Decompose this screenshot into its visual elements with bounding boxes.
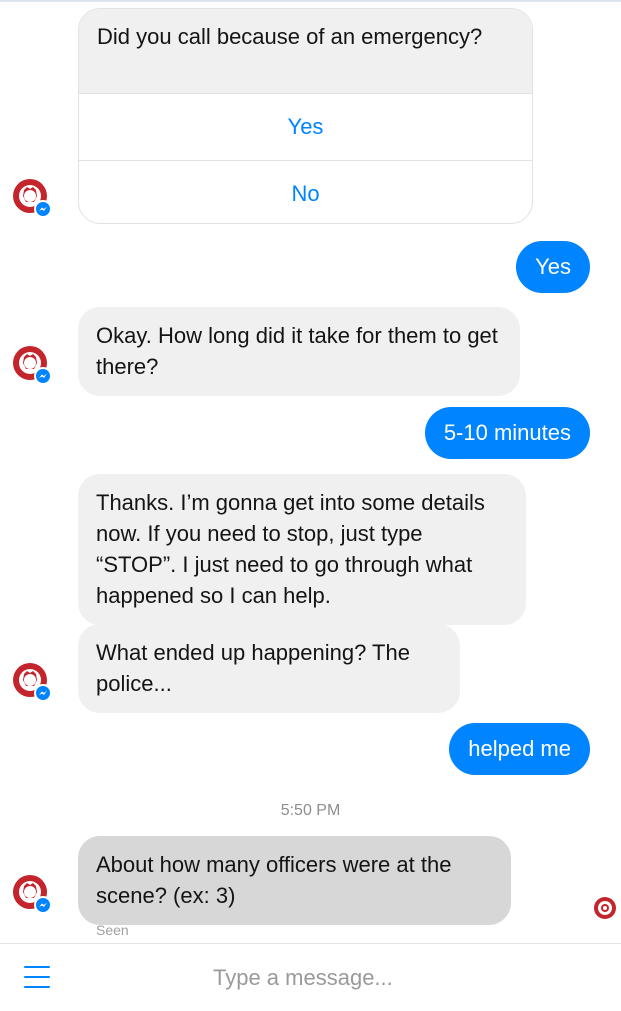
sent-message[interactable]: Yes	[516, 241, 590, 293]
quick-reply-no-button[interactable]: No	[79, 160, 532, 223]
bot-avatar[interactable]	[12, 345, 52, 385]
message-timestamp: 5:50 PM	[280, 802, 341, 819]
seen-label: Seen	[96, 922, 129, 938]
received-message[interactable]: About how many officers were at the scen…	[78, 836, 511, 925]
received-message[interactable]: Okay. How long did it take for them to g…	[78, 307, 520, 396]
quick-reply-card: Did you call because of an emergency? Ye…	[78, 8, 533, 224]
bot-avatar[interactable]	[12, 874, 52, 914]
hamburger-menu-icon[interactable]	[24, 966, 50, 988]
bot-logo-icon	[594, 897, 616, 919]
quick-reply-yes-button[interactable]: Yes	[79, 93, 532, 160]
bot-logo-icon	[13, 346, 52, 385]
bot-avatar[interactable]	[12, 662, 52, 702]
bot-logo-icon	[13, 875, 52, 914]
card-question: Did you call because of an emergency?	[79, 9, 532, 93]
seen-receipt-avatar	[593, 896, 617, 920]
received-message[interactable]: Thanks. I’m gonna get into some details …	[78, 474, 526, 625]
bot-avatar[interactable]	[12, 178, 52, 218]
bot-logo-icon	[13, 663, 52, 702]
message-input[interactable]	[213, 958, 603, 998]
message-composer	[0, 943, 621, 1011]
bot-logo-icon	[13, 179, 52, 218]
sent-message[interactable]: helped me	[449, 723, 590, 775]
top-divider	[0, 0, 621, 2]
received-message[interactable]: What ended up happening? The police...	[78, 624, 460, 713]
sent-message[interactable]: 5-10 minutes	[424, 407, 590, 459]
